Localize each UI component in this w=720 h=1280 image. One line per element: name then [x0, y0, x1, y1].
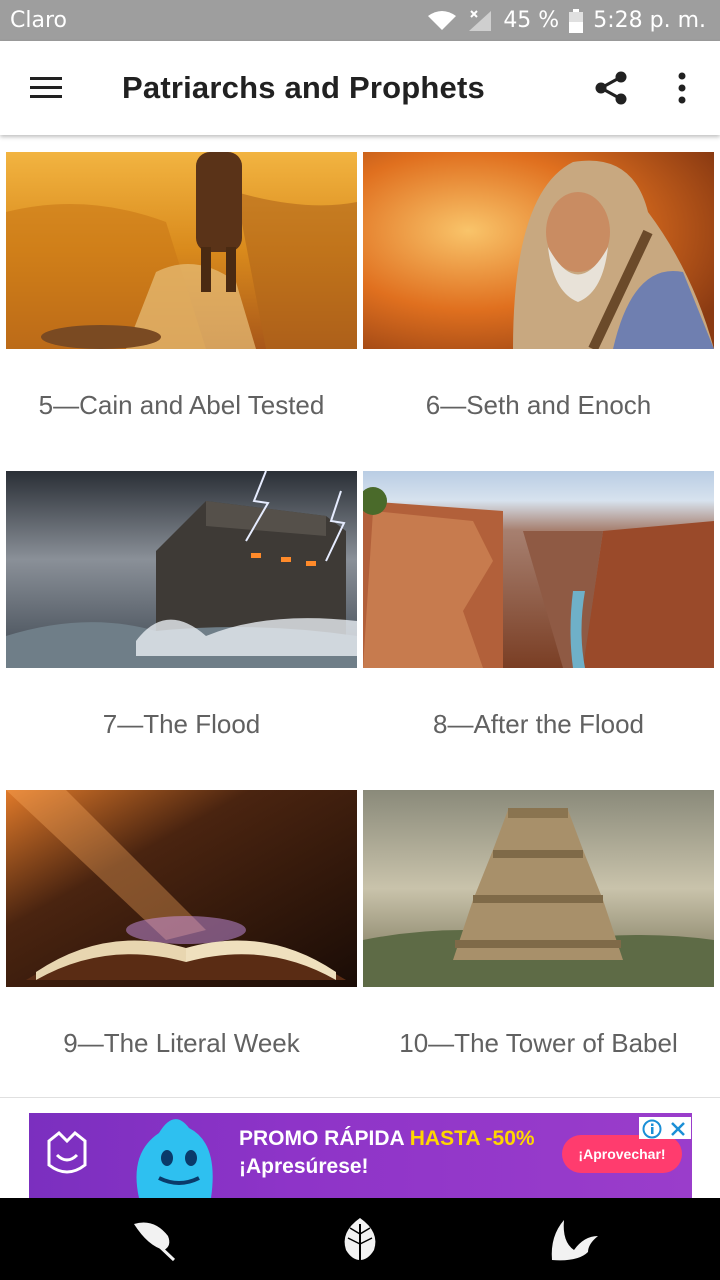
page-title: Patriarchs and Prophets [122, 70, 485, 105]
seth-enoch-image [363, 152, 714, 349]
nav-item-leaf[interactable] [334, 1216, 386, 1266]
chapter-card[interactable]: 5—Cain and Abel Tested [6, 152, 357, 471]
chapter-title: 10—The Tower of Babel [399, 1028, 678, 1058]
menu-button[interactable] [28, 71, 64, 105]
tower-babel-image [363, 790, 714, 987]
chapter-title: 8—After the Flood [433, 709, 644, 739]
bottom-nav [0, 1198, 720, 1280]
flood-image [6, 471, 357, 668]
wifi-icon [427, 10, 457, 32]
after-flood-image [363, 471, 714, 668]
ad-headline: PROMO RÁPIDA HASTA -50% [239, 1127, 535, 1151]
chapter-title: 9—The Literal Week [63, 1028, 300, 1058]
ad-subline: ¡Apresúrese! [239, 1155, 369, 1178]
chapter-title: 6—Seth and Enoch [425, 390, 652, 420]
cain-abel-image [6, 152, 357, 349]
chapter-card[interactable]: 8—After the Flood [363, 471, 714, 790]
status-bar: Claro 45 % 5:28 p. m. [0, 0, 720, 41]
ad-banner[interactable]: PROMO RÁPIDA HASTA -50% ¡Apresúrese! ¡Ap… [29, 1113, 692, 1198]
info-icon [642, 1119, 662, 1139]
brand-logo-icon [47, 1131, 87, 1174]
signal-icon [467, 9, 493, 33]
nav-item-feather[interactable] [128, 1216, 180, 1266]
feather-icon [134, 1222, 176, 1262]
chapter-card[interactable]: 10—The Tower of Babel [363, 790, 714, 1109]
share-button[interactable] [592, 69, 630, 107]
clock: 5:28 p. m. [593, 8, 706, 33]
literal-week-image [6, 790, 357, 987]
battery-percent: 45 % [503, 8, 560, 33]
share-icon [595, 71, 627, 105]
ad-divider [0, 1097, 720, 1098]
status-icons: 45 % 5:28 p. m. [427, 8, 706, 33]
chapter-card[interactable]: 9—The Literal Week [6, 790, 357, 1109]
ad-discount: HASTA -50% [409, 1127, 535, 1150]
chapter-card[interactable]: 7—The Flood [6, 471, 357, 790]
carrier-name: Claro [10, 8, 67, 33]
ad-choices[interactable] [639, 1117, 691, 1139]
menu-icon [30, 77, 62, 98]
chapter-card[interactable]: 6—Seth and Enoch [363, 152, 714, 471]
chapter-title: 5—Cain and Abel Tested [38, 390, 325, 420]
more-options-button[interactable] [668, 69, 696, 107]
ad-cta-button[interactable]: ¡Aprovechar! [562, 1135, 682, 1173]
more-vert-icon [678, 72, 686, 104]
battery-icon [569, 8, 584, 33]
chapter-title: 7—The Flood [102, 709, 261, 739]
mascot-icon [136, 1119, 213, 1198]
ad-headline-text: PROMO RÁPIDA [239, 1127, 410, 1150]
close-icon [671, 1122, 685, 1136]
leaf-icon [344, 1218, 376, 1266]
nav-item-wings[interactable] [548, 1216, 600, 1266]
wings-icon [551, 1220, 598, 1261]
app-bar: Patriarchs and Prophets [0, 41, 720, 135]
